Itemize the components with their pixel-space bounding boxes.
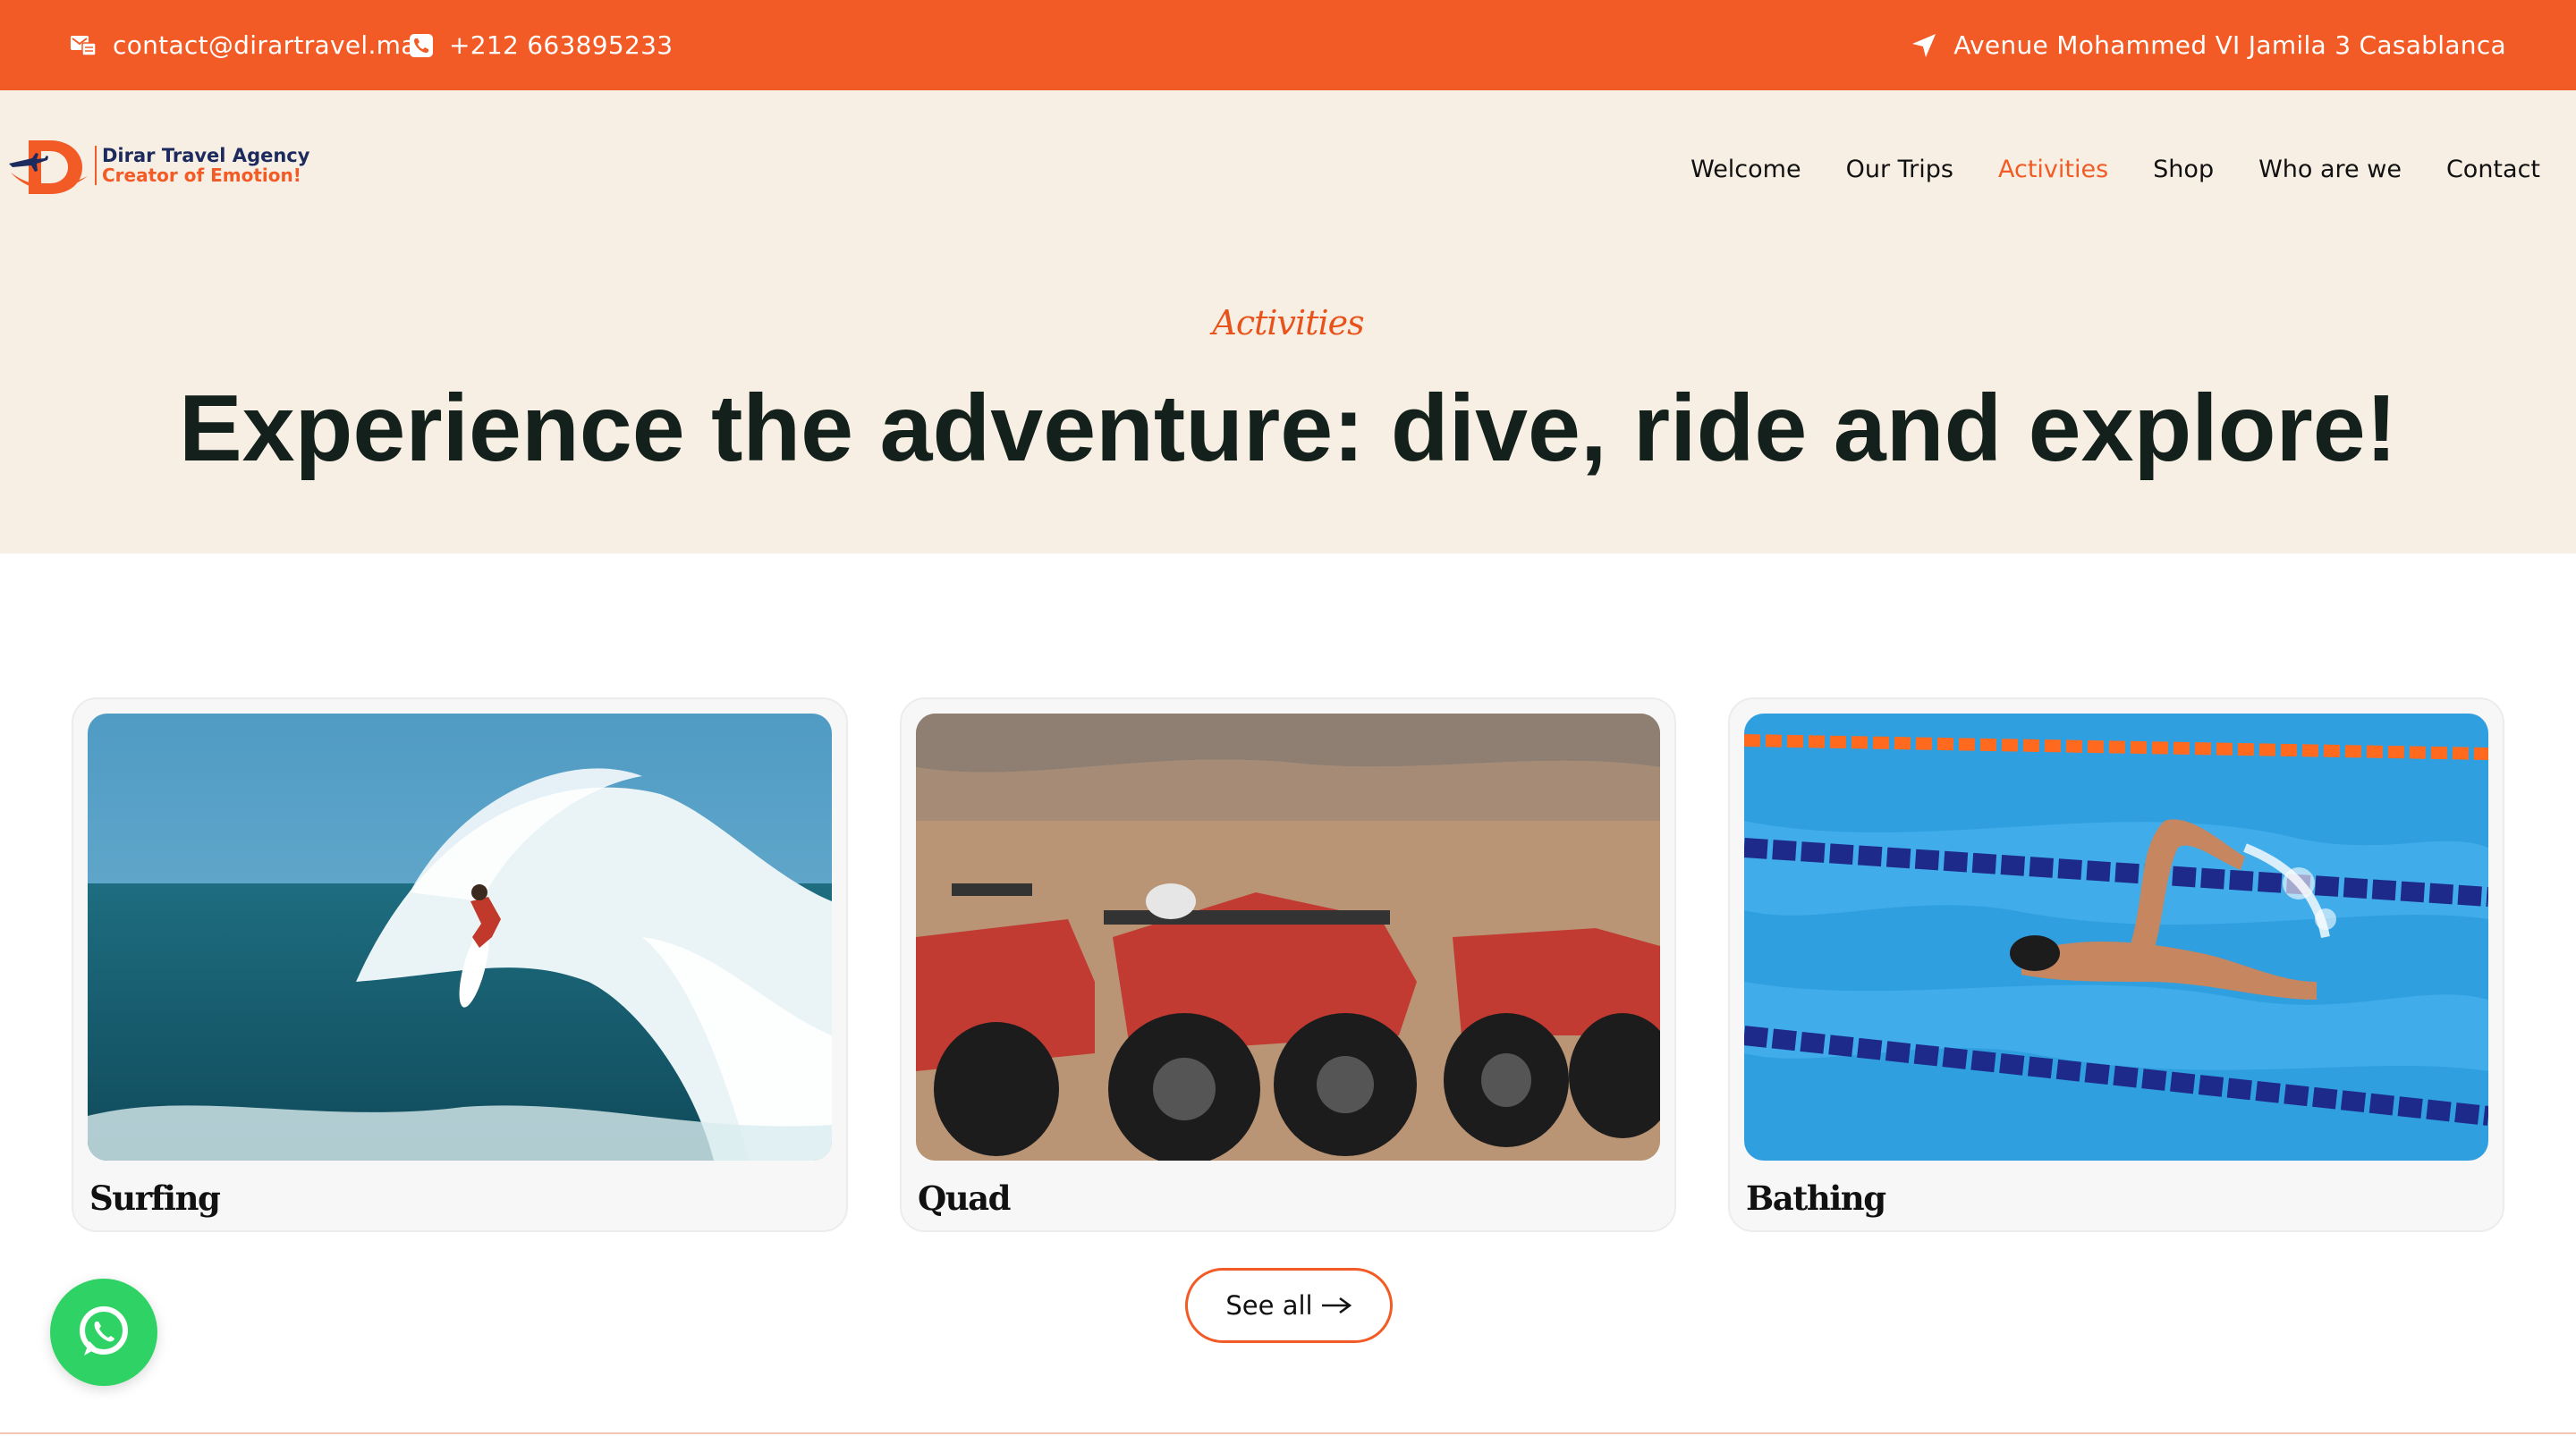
activity-card-surfing[interactable]: Surfing — [72, 697, 848, 1232]
brand-logo[interactable]: Dirar Travel Agency Creator of Emotion! — [5, 131, 309, 200]
contact-address[interactable]: Avenue Mohammed VI Jamila 3 Casablanca — [1911, 0, 2506, 90]
nav-item-contact[interactable]: Contact — [2446, 156, 2540, 183]
red-quad-bikes-desert-photo[interactable] — [916, 714, 1660, 1161]
logo-mark-icon — [9, 140, 88, 194]
contact-phone-text: +212 663895233 — [449, 30, 674, 60]
card-title[interactable]: Quad — [918, 1178, 1011, 1218]
email-icon — [71, 35, 97, 56]
surfer-riding-wave-photo[interactable] — [88, 714, 832, 1161]
nav-item-who-are-we[interactable]: Who are we — [2258, 156, 2402, 183]
page-title: Experience the adventure: dive, ride and… — [178, 376, 2398, 481]
card-title[interactable]: Bathing — [1746, 1178, 1886, 1218]
brand-name: Dirar Travel Agency — [102, 145, 310, 166]
swimmer-in-pool-photo[interactable] — [1744, 714, 2488, 1161]
contact-email[interactable]: contact@dirartravel.ma — [70, 0, 417, 90]
phone-icon — [410, 33, 433, 57]
contact-phone[interactable]: +212 663895233 — [410, 0, 673, 90]
nav-item-shop[interactable]: Shop — [2153, 156, 2214, 183]
contact-email-text: contact@dirartravel.ma — [113, 30, 417, 60]
section-divider — [0, 1432, 2576, 1434]
top-contact-bar: contact@dirartravel.ma +212 663895233 Av… — [0, 0, 2576, 90]
logo-text: Dirar Travel Agency Creator of Emotion! — [95, 146, 309, 185]
arrow-right-icon — [1321, 1297, 1352, 1314]
nav-item-welcome[interactable]: Welcome — [1690, 156, 1801, 183]
main-nav: Welcome Our Trips Activities Shop Who ar… — [1690, 137, 2540, 201]
card-title[interactable]: Surfing — [89, 1178, 221, 1218]
see-all-label: See all — [1225, 1290, 1313, 1321]
brand-tagline: Creator of Emotion! — [102, 165, 301, 186]
location-arrow-icon — [1912, 33, 1936, 57]
whatsapp-button[interactable] — [50, 1279, 157, 1386]
whatsapp-icon — [80, 1306, 128, 1356]
activity-card-quad[interactable]: Quad — [900, 697, 1676, 1232]
hero-kicker: Activities — [1212, 303, 1364, 342]
activity-cards: Surfing Quad Bathing — [72, 697, 2504, 1234]
nav-item-activities[interactable]: Activities — [1998, 156, 2108, 183]
hero-section: Dirar Travel Agency Creator of Emotion! … — [0, 90, 2576, 553]
see-all-button[interactable]: See all — [1185, 1268, 1393, 1343]
contact-address-text: Avenue Mohammed VI Jamila 3 Casablanca — [1953, 30, 2506, 60]
nav-item-our-trips[interactable]: Our Trips — [1846, 156, 1953, 183]
activity-card-bathing[interactable]: Bathing — [1728, 697, 2504, 1232]
